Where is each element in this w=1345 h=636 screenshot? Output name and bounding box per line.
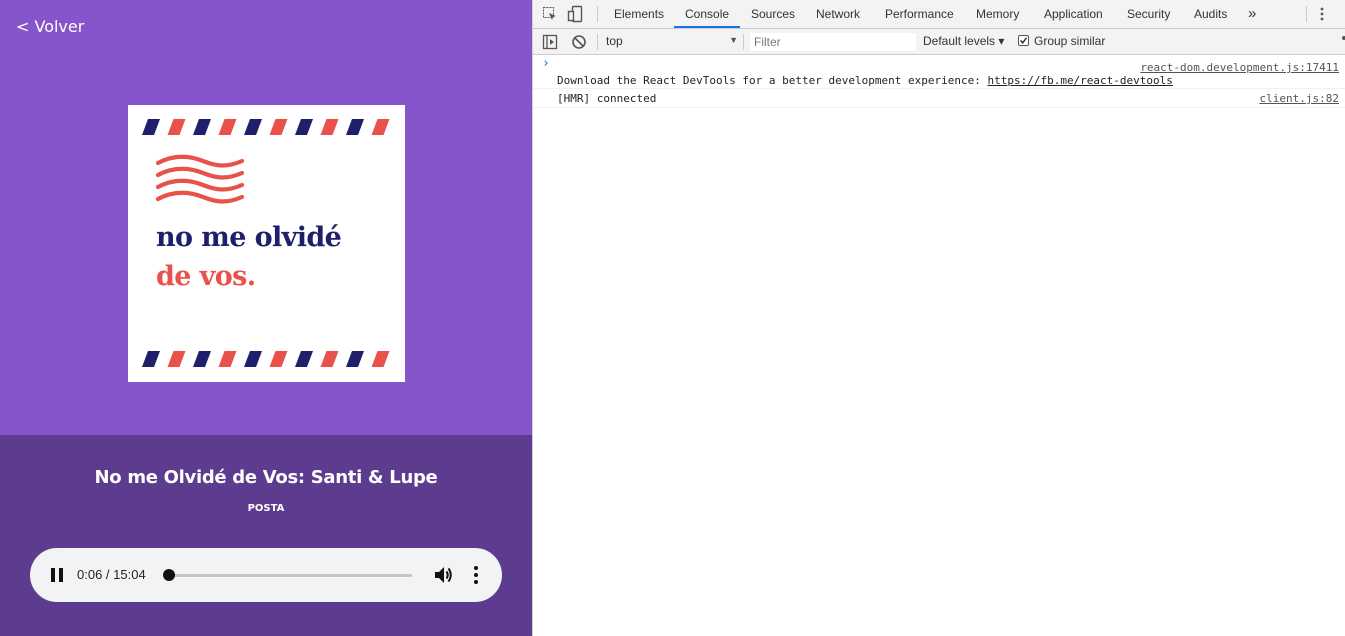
airmail-stripe (167, 119, 186, 135)
tab-console[interactable]: Console (685, 0, 729, 28)
podcast-name: POSTA (247, 503, 285, 514)
tab-network[interactable]: Network (816, 0, 860, 28)
airmail-stripe (371, 351, 390, 367)
airmail-stripe (320, 351, 339, 367)
message-text: Download the React DevTools for a better… (557, 74, 988, 87)
airmail-stripe (346, 351, 364, 367)
airmail-stripe (218, 119, 237, 135)
seek-thumb[interactable] (162, 569, 175, 581)
seek-track (167, 574, 412, 577)
inspect-element-icon[interactable] (542, 6, 558, 27)
more-tabs-icon[interactable]: » (1248, 0, 1256, 28)
airmail-stripe (167, 351, 186, 367)
airmail-stripe (269, 351, 288, 367)
devtools-menu-icon[interactable] (1319, 7, 1325, 26)
message-source-link[interactable]: client.js:82 (1260, 92, 1339, 105)
tab-sources[interactable]: Sources (751, 0, 795, 28)
group-similar-checkbox[interactable]: Group similar (1018, 34, 1105, 48)
message-text: [HMR] connected (557, 92, 657, 105)
message-source-link[interactable]: react-dom.development.js:17411 (1140, 61, 1339, 74)
react-devtools-link[interactable]: https://fb.me/react-devtools (987, 74, 1172, 87)
airmail-stripes-bottom (142, 351, 390, 367)
group-similar-label: Group similar (1034, 34, 1106, 48)
filter-input[interactable] (750, 33, 916, 51)
toolbar-divider (743, 34, 744, 50)
airmail-stripe (320, 119, 339, 135)
tab-elements[interactable]: Elements (614, 0, 664, 28)
cover-title-line2: de vos. (156, 261, 256, 292)
tab-divider (1306, 6, 1307, 22)
player-section: No me Olvidé de Vos: Santi & Lupe POSTA (0, 435, 532, 636)
context-value: top (606, 34, 623, 48)
console-output: react-dom.development.js:17411 Download … (533, 56, 1345, 108)
volume-icon[interactable] (433, 565, 455, 585)
toolbar-divider (597, 34, 598, 50)
seek-slider[interactable] (162, 569, 412, 581)
back-link[interactable]: < Volver (16, 17, 84, 36)
tab-memory[interactable]: Memory (976, 0, 1019, 28)
audio-player: 0:06 / 15:04 (30, 548, 502, 602)
devtools-panel: » Elements Console Sources Network Performan… (532, 0, 1345, 636)
airmail-stripes-top (142, 119, 390, 135)
airmail-stripe (142, 351, 160, 367)
console-message: client.js:82 [HMR] connected (533, 89, 1345, 108)
airmail-stripe (193, 119, 211, 135)
cover-title-line1: no me olvidé (156, 222, 342, 253)
tab-audits[interactable]: Audits (1194, 0, 1227, 28)
devtools-tab-bar: » Elements Console Sources Network Performan… (533, 0, 1345, 29)
chevron-down-icon: ▼ (729, 35, 738, 45)
airmail-stripe (142, 119, 160, 135)
airmail-stripe (193, 351, 211, 367)
context-selector[interactable]: top ▼ (606, 34, 738, 50)
tab-security[interactable]: Security (1127, 0, 1170, 28)
tab-performance[interactable]: Performance (885, 0, 954, 28)
airmail-stripe (218, 351, 237, 367)
pause-button[interactable] (49, 567, 65, 583)
more-options-icon[interactable] (470, 565, 482, 585)
log-levels-dropdown[interactable]: Default levels ▾ (923, 34, 1004, 48)
airmail-stripe (295, 351, 313, 367)
checkbox-icon[interactable] (1018, 35, 1029, 46)
cover-section: < Volver no me olvidé de vos. (0, 0, 532, 435)
console-prompt[interactable]: › (542, 56, 550, 71)
tab-application[interactable]: Application (1044, 0, 1103, 28)
waves-graphic (155, 154, 245, 204)
airmail-stripe (269, 119, 288, 135)
time-display: 0:06 / 15:04 (77, 567, 146, 582)
airmail-stripe (244, 351, 262, 367)
console-toolbar: top ▼ Default levels ▾ Group similar (533, 29, 1345, 55)
device-toolbar-icon[interactable] (567, 5, 585, 28)
podcast-cover-image: no me olvidé de vos. (128, 105, 405, 382)
airmail-stripe (295, 119, 313, 135)
console-message: react-dom.development.js:17411 Download … (533, 56, 1345, 89)
tab-divider (597, 6, 598, 22)
episode-title: No me Olvidé de Vos: Santi & Lupe (94, 467, 438, 488)
airmail-stripe (371, 119, 390, 135)
clear-console-icon[interactable] (571, 34, 587, 53)
airmail-stripe (346, 119, 364, 135)
airmail-stripe (244, 119, 262, 135)
podcast-app: < Volver no me olvidé de vos. No me Olvi… (0, 0, 532, 636)
console-settings-icon[interactable] (1341, 35, 1345, 52)
show-sidebar-icon[interactable] (542, 34, 558, 53)
